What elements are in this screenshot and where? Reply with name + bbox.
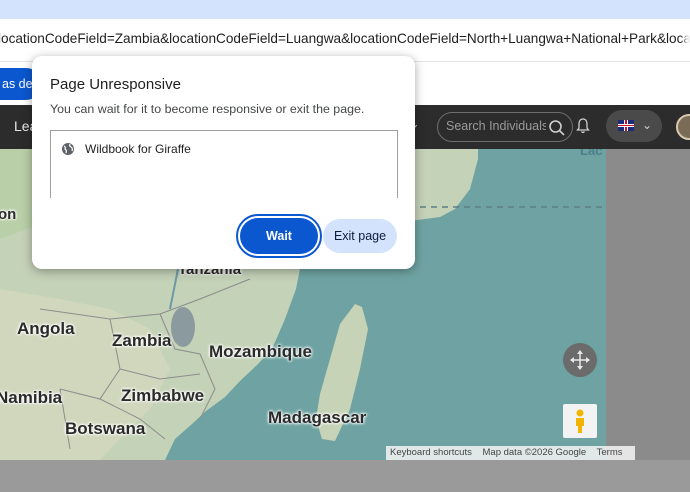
page-unresponsive-dialog: Page Unresponsive You can wait for it to… [32, 56, 415, 269]
side-panel-shade [606, 149, 690, 460]
terms-link[interactable]: Terms [597, 447, 623, 458]
unresponsive-page-list: Wildbook for Giraffe [50, 130, 398, 198]
keyboard-shortcuts-link[interactable]: Keyboard shortcuts [390, 447, 472, 458]
chevron-down-icon: ⌄ [642, 118, 653, 132]
language-selector[interactable]: ⌄ [606, 110, 662, 142]
map-attribution: Keyboard shortcuts Map data ©2026 Google… [386, 446, 635, 460]
move-arrows-icon [570, 350, 590, 370]
globe-icon [62, 143, 74, 155]
map-data-text: Map data ©2026 Google [482, 447, 587, 458]
map-label-zambia: Zambia [112, 331, 172, 350]
map-label-zimbabwe: Zimbabwe [121, 386, 205, 405]
exit-page-button[interactable]: Exit page [323, 219, 397, 253]
wait-button[interactable]: Wait [236, 214, 322, 258]
browser-tab-strip [0, 0, 690, 19]
map-pan-control[interactable] [563, 343, 597, 377]
url-fade [680, 19, 690, 61]
uk-flag-icon [618, 120, 634, 131]
footer-shade [0, 460, 690, 492]
search-icon[interactable] [548, 119, 566, 137]
map-label-mozambique: Mozambique [209, 342, 312, 361]
map-label-botswana: Botswana [65, 419, 146, 438]
search-box[interactable] [437, 112, 573, 142]
map-label-angola: Angola [17, 319, 75, 338]
avatar[interactable] [676, 114, 690, 140]
pegman-icon [576, 409, 584, 433]
street-view-pegman[interactable] [563, 404, 597, 438]
page-name: Wildbook for Giraffe [85, 142, 191, 156]
map-label-namibia: Namibia [0, 388, 63, 407]
map-label-top-right-partial: Lac [580, 149, 603, 158]
map-label-madagascar: Madagascar [268, 408, 367, 427]
bell-icon[interactable] [575, 117, 591, 135]
url-text[interactable]: locationCodeField=Zambia&locationCodeFie… [0, 31, 690, 46]
dialog-title: Page Unresponsive [50, 76, 181, 93]
screen: locationCodeField=Zambia&locationCodeFie… [0, 0, 690, 492]
search-input[interactable] [446, 119, 546, 133]
map-label-congo-partial: on [0, 206, 17, 223]
address-bar[interactable]: locationCodeField=Zambia&locationCodeFie… [0, 19, 690, 61]
dialog-message: You can wait for it to become responsive… [50, 102, 365, 116]
